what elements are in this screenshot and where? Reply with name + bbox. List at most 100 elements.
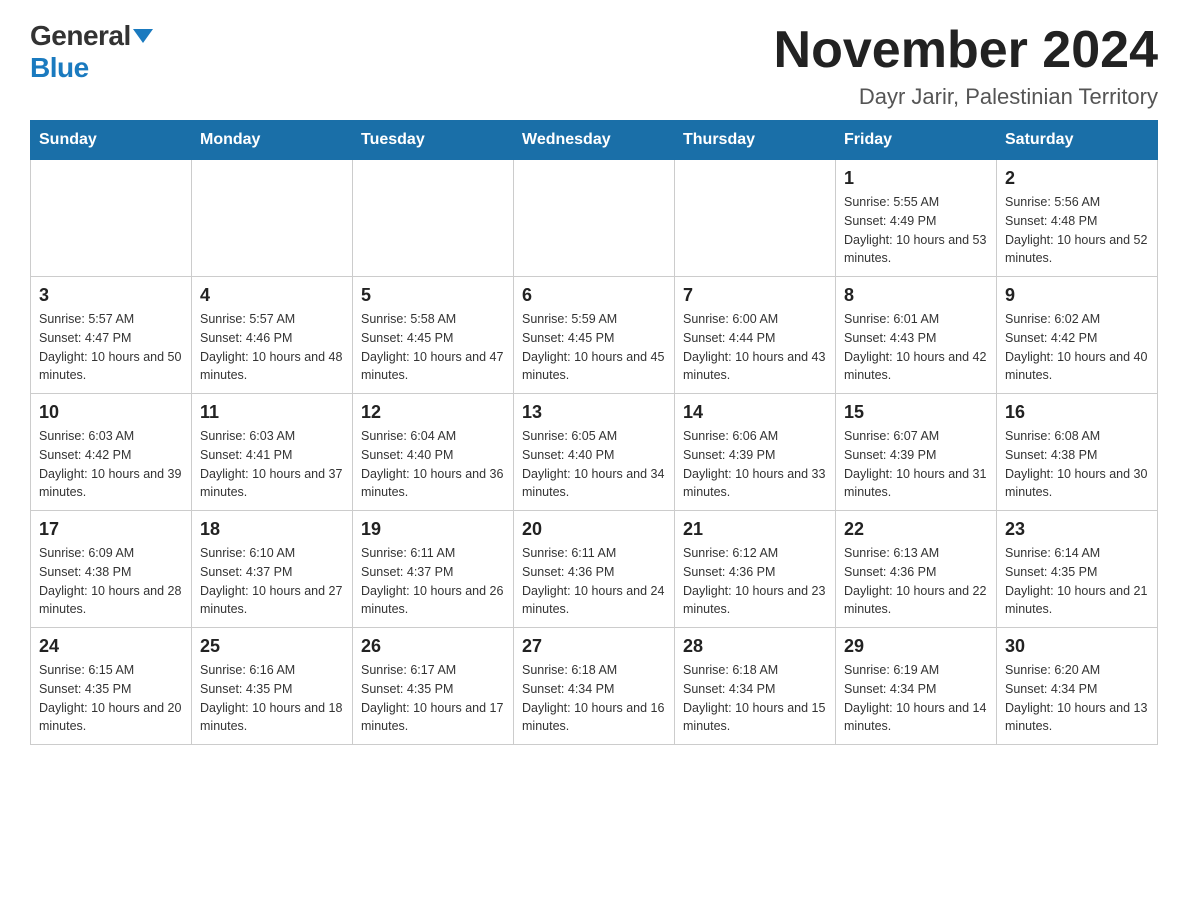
day-number: 20 [522, 519, 666, 540]
calendar-cell [192, 160, 353, 277]
title-area: November 2024 Dayr Jarir, Palestinian Te… [774, 20, 1158, 110]
day-number: 2 [1005, 168, 1149, 189]
day-info: Sunrise: 6:01 AM Sunset: 4:43 PM Dayligh… [844, 310, 988, 385]
day-number: 11 [200, 402, 344, 423]
day-number: 21 [683, 519, 827, 540]
day-number: 23 [1005, 519, 1149, 540]
calendar-cell: 21 Sunrise: 6:12 AM Sunset: 4:36 PM Dayli… [675, 511, 836, 628]
calendar-week-row-2: 3 Sunrise: 5:57 AM Sunset: 4:47 PM Daylig… [31, 277, 1158, 394]
calendar-cell: 2 Sunrise: 5:56 AM Sunset: 4:48 PM Daylig… [997, 160, 1158, 277]
weekday-header-tuesday: Tuesday [353, 121, 514, 160]
calendar-cell [31, 160, 192, 277]
day-info: Sunrise: 6:14 AM Sunset: 4:35 PM Dayligh… [1005, 544, 1149, 619]
day-info: Sunrise: 6:16 AM Sunset: 4:35 PM Dayligh… [200, 661, 344, 736]
day-info: Sunrise: 6:18 AM Sunset: 4:34 PM Dayligh… [522, 661, 666, 736]
calendar-cell: 24Sunrise: 6:15 AM Sunset: 4:35 PM Dayli… [31, 628, 192, 745]
weekday-header-thursday: Thursday [675, 121, 836, 160]
calendar-cell: 15Sunrise: 6:07 AM Sunset: 4:39 PM Dayli… [836, 394, 997, 511]
calendar-cell: 5Sunrise: 5:58 AM Sunset: 4:45 PM Daylig… [353, 277, 514, 394]
day-number: 7 [683, 285, 827, 306]
day-info: Sunrise: 5:59 AM Sunset: 4:45 PM Dayligh… [522, 310, 666, 385]
calendar-cell: 8Sunrise: 6:01 AM Sunset: 4:43 PM Daylig… [836, 277, 997, 394]
day-number: 30 [1005, 636, 1149, 657]
day-info: Sunrise: 6:18 AM Sunset: 4:34 PM Dayligh… [683, 661, 827, 736]
weekday-header-friday: Friday [836, 121, 997, 160]
day-number: 18 [200, 519, 344, 540]
calendar-cell: 11 Sunrise: 6:03 AM Sunset: 4:41 PM Dayli… [192, 394, 353, 511]
day-info: Sunrise: 6:05 AM Sunset: 4:40 PM Dayligh… [522, 427, 666, 502]
day-number: 27 [522, 636, 666, 657]
weekday-header-monday: Monday [192, 121, 353, 160]
day-info: Sunrise: 6:12 AM Sunset: 4:36 PM Dayligh… [683, 544, 827, 619]
calendar-cell: 4 Sunrise: 5:57 AM Sunset: 4:46 PM Daylig… [192, 277, 353, 394]
calendar-cell: 14Sunrise: 6:06 AM Sunset: 4:39 PM Dayli… [675, 394, 836, 511]
calendar-cell: 25Sunrise: 6:16 AM Sunset: 4:35 PM Dayli… [192, 628, 353, 745]
day-number: 9 [1005, 285, 1149, 306]
day-info: Sunrise: 6:02 AM Sunset: 4:42 PM Dayligh… [1005, 310, 1149, 385]
day-number: 5 [361, 285, 505, 306]
logo-blue: Blue [30, 52, 89, 83]
day-info: Sunrise: 6:17 AM Sunset: 4:35 PM Dayligh… [361, 661, 505, 736]
calendar-cell: 1 Sunrise: 5:55 AM Sunset: 4:49 PM Daylig… [836, 160, 997, 277]
day-info: Sunrise: 6:04 AM Sunset: 4:40 PM Dayligh… [361, 427, 505, 502]
calendar-cell: 30Sunrise: 6:20 AM Sunset: 4:34 PM Dayli… [997, 628, 1158, 745]
header: General Blue November 2024 Dayr Jarir, P… [30, 20, 1158, 110]
day-number: 14 [683, 402, 827, 423]
day-number: 24 [39, 636, 183, 657]
calendar-cell: 20Sunrise: 6:11 AM Sunset: 4:36 PM Dayli… [514, 511, 675, 628]
weekday-header-sunday: Sunday [31, 121, 192, 160]
day-number: 6 [522, 285, 666, 306]
calendar-week-row-3: 10Sunrise: 6:03 AM Sunset: 4:42 PM Dayli… [31, 394, 1158, 511]
calendar-cell: 17 Sunrise: 6:09 AM Sunset: 4:38 PM Dayli… [31, 511, 192, 628]
logo-triangle-icon [133, 29, 153, 43]
calendar-week-row-1: 1 Sunrise: 5:55 AM Sunset: 4:49 PM Daylig… [31, 160, 1158, 277]
calendar-cell: 13 Sunrise: 6:05 AM Sunset: 4:40 PM Dayli… [514, 394, 675, 511]
day-number: 15 [844, 402, 988, 423]
calendar-cell: 19 Sunrise: 6:11 AM Sunset: 4:37 PM Dayli… [353, 511, 514, 628]
day-number: 17 [39, 519, 183, 540]
day-number: 26 [361, 636, 505, 657]
calendar-cell: 12 Sunrise: 6:04 AM Sunset: 4:40 PM Dayli… [353, 394, 514, 511]
day-number: 22 [844, 519, 988, 540]
day-info: Sunrise: 5:57 AM Sunset: 4:47 PM Dayligh… [39, 310, 183, 385]
weekday-header-row: SundayMondayTuesdayWednesdayThursdayFrid… [31, 121, 1158, 160]
day-number: 19 [361, 519, 505, 540]
calendar-cell: 18 Sunrise: 6:10 AM Sunset: 4:37 PM Dayli… [192, 511, 353, 628]
day-info: Sunrise: 6:00 AM Sunset: 4:44 PM Dayligh… [683, 310, 827, 385]
day-info: Sunrise: 6:03 AM Sunset: 4:41 PM Dayligh… [200, 427, 344, 502]
calendar-cell: 22 Sunrise: 6:13 AM Sunset: 4:36 PM Dayli… [836, 511, 997, 628]
logo: General Blue [30, 20, 153, 84]
calendar-cell: 7 Sunrise: 6:00 AM Sunset: 4:44 PM Daylig… [675, 277, 836, 394]
weekday-header-saturday: Saturday [997, 121, 1158, 160]
day-number: 3 [39, 285, 183, 306]
day-info: Sunrise: 6:13 AM Sunset: 4:36 PM Dayligh… [844, 544, 988, 619]
day-number: 1 [844, 168, 988, 189]
day-number: 12 [361, 402, 505, 423]
calendar-cell: 28 Sunrise: 6:18 AM Sunset: 4:34 PM Dayli… [675, 628, 836, 745]
calendar-cell: 10Sunrise: 6:03 AM Sunset: 4:42 PM Dayli… [31, 394, 192, 511]
month-year-title: November 2024 [774, 20, 1158, 80]
day-number: 10 [39, 402, 183, 423]
day-info: Sunrise: 5:56 AM Sunset: 4:48 PM Dayligh… [1005, 193, 1149, 268]
calendar-cell [675, 160, 836, 277]
day-number: 4 [200, 285, 344, 306]
calendar-cell [514, 160, 675, 277]
day-info: Sunrise: 5:57 AM Sunset: 4:46 PM Dayligh… [200, 310, 344, 385]
day-number: 13 [522, 402, 666, 423]
day-number: 28 [683, 636, 827, 657]
day-info: Sunrise: 6:09 AM Sunset: 4:38 PM Dayligh… [39, 544, 183, 619]
day-info: Sunrise: 6:11 AM Sunset: 4:37 PM Dayligh… [361, 544, 505, 619]
logo-general: General [30, 20, 131, 52]
location-subtitle: Dayr Jarir, Palestinian Territory [774, 84, 1158, 110]
calendar-cell: 16 Sunrise: 6:08 AM Sunset: 4:38 PM Dayli… [997, 394, 1158, 511]
day-info: Sunrise: 6:10 AM Sunset: 4:37 PM Dayligh… [200, 544, 344, 619]
day-number: 16 [1005, 402, 1149, 423]
calendar-cell [353, 160, 514, 277]
calendar-cell: 29 Sunrise: 6:19 AM Sunset: 4:34 PM Dayli… [836, 628, 997, 745]
day-info: Sunrise: 5:55 AM Sunset: 4:49 PM Dayligh… [844, 193, 988, 268]
day-info: Sunrise: 6:08 AM Sunset: 4:38 PM Dayligh… [1005, 427, 1149, 502]
day-number: 29 [844, 636, 988, 657]
day-info: Sunrise: 6:19 AM Sunset: 4:34 PM Dayligh… [844, 661, 988, 736]
calendar-cell: 27 Sunrise: 6:18 AM Sunset: 4:34 PM Dayli… [514, 628, 675, 745]
calendar-cell: 6 Sunrise: 5:59 AM Sunset: 4:45 PM Daylig… [514, 277, 675, 394]
